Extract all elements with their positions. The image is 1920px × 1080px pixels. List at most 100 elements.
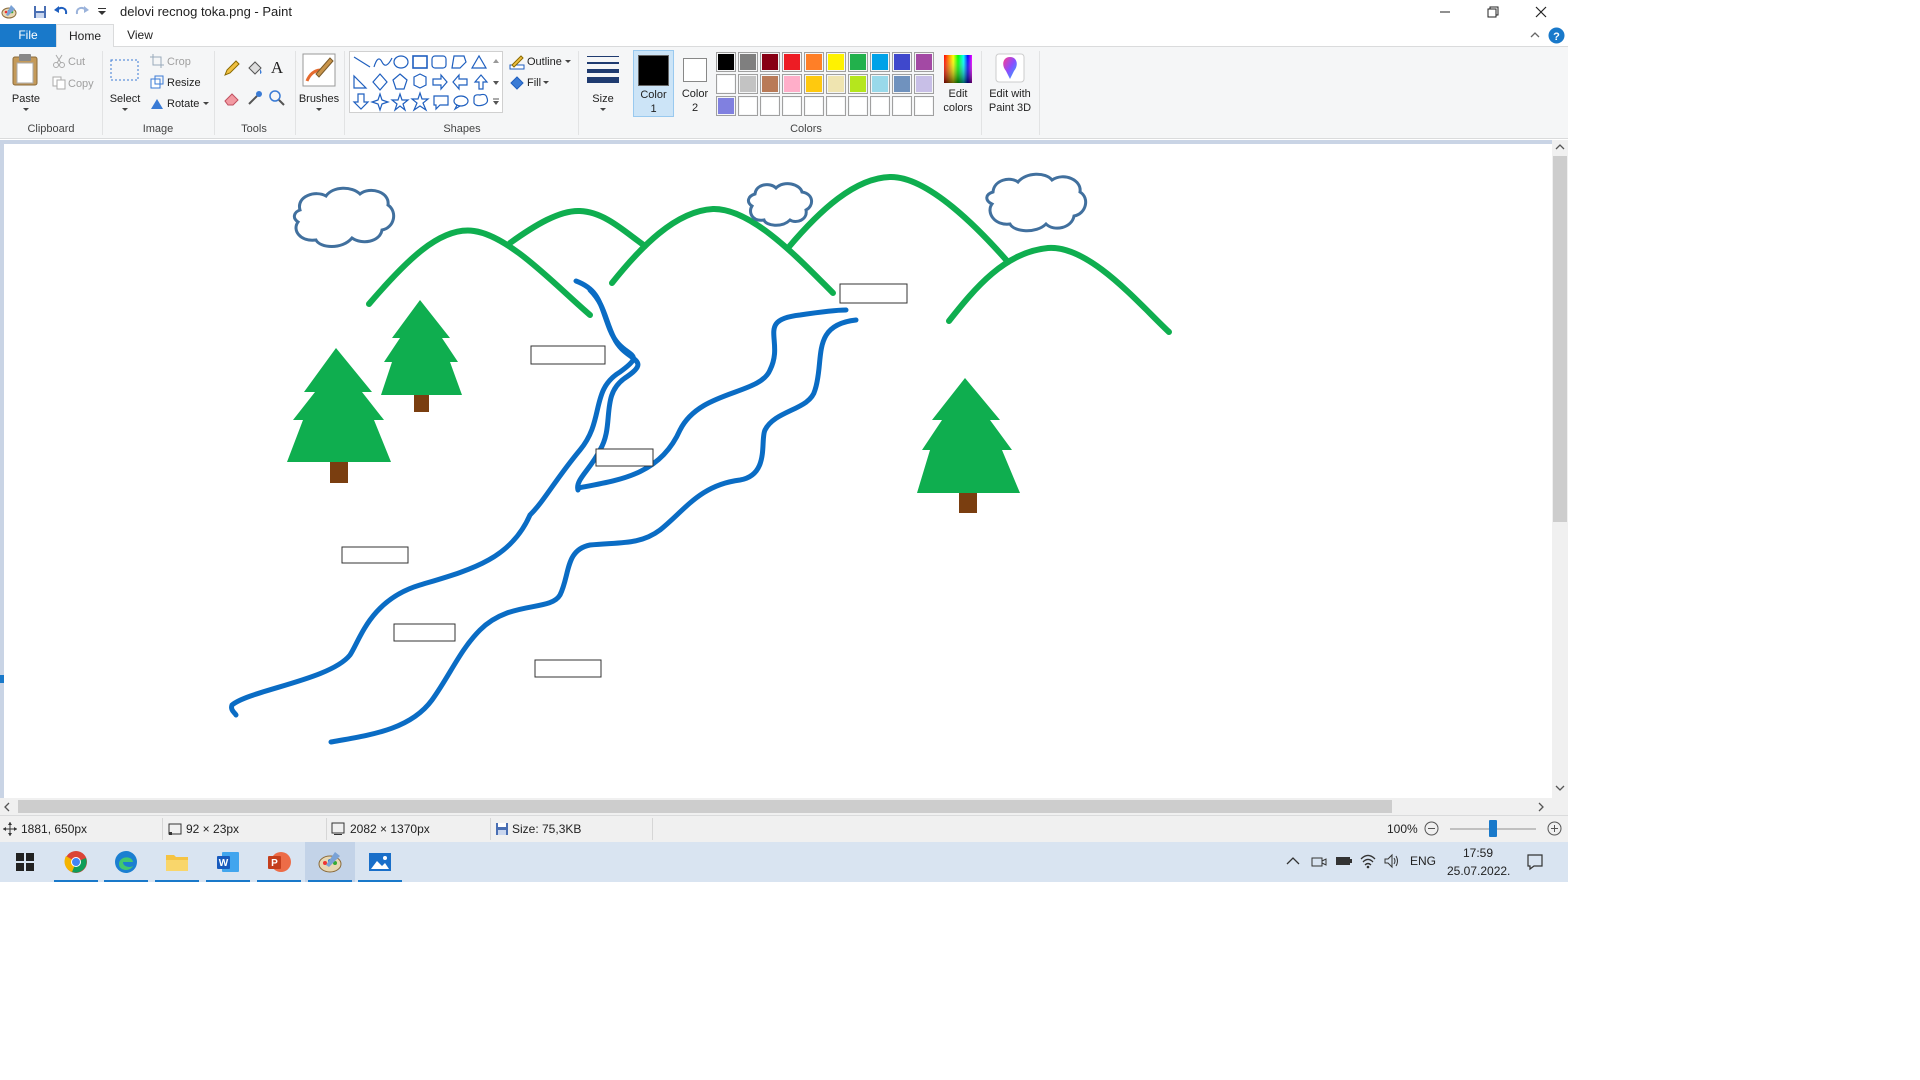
separator	[490, 818, 491, 840]
palette-swatch[interactable]	[914, 96, 934, 116]
palette-swatch[interactable]	[826, 74, 846, 94]
eraser-icon[interactable]	[223, 89, 241, 107]
fill-button[interactable]: Fill	[507, 74, 557, 92]
select-button[interactable]: Select	[106, 51, 144, 115]
palette-swatch[interactable]	[892, 74, 912, 94]
help-icon[interactable]: ?	[1548, 27, 1565, 44]
save-icon[interactable]	[32, 4, 48, 20]
taskbar-photos[interactable]	[355, 842, 405, 882]
redo-icon[interactable]	[74, 4, 90, 20]
palette-swatch[interactable]	[804, 52, 824, 72]
palette-swatch[interactable]	[804, 74, 824, 94]
taskbar-powerpoint[interactable]: P	[254, 842, 304, 882]
palette-swatch[interactable]	[848, 96, 868, 116]
paste-button[interactable]: Paste	[6, 51, 46, 115]
palette-swatch[interactable]	[738, 74, 758, 94]
tab-view[interactable]: View	[124, 24, 156, 47]
palette-swatch[interactable]	[848, 52, 868, 72]
canvas-resize-handle[interactable]	[0, 675, 4, 683]
edit-with-paint3d-button[interactable]: Edit with Paint 3D	[985, 50, 1035, 117]
color1-button[interactable]: Color 1	[633, 50, 674, 117]
chevron-up-icon[interactable]	[1286, 856, 1300, 866]
palette-swatch[interactable]	[716, 52, 736, 72]
undo-icon[interactable]	[53, 4, 69, 20]
palette-swatch[interactable]	[782, 52, 802, 72]
scroll-up-icon[interactable]	[492, 57, 500, 65]
clock-date[interactable]: 25.07.2022.	[1447, 864, 1510, 878]
collapse-ribbon-icon[interactable]	[1529, 29, 1541, 41]
tab-home[interactable]: Home	[56, 24, 114, 48]
palette-swatch[interactable]	[738, 96, 758, 116]
restore-button[interactable]	[1470, 0, 1516, 24]
taskbar-chrome[interactable]	[51, 842, 101, 882]
palette-swatch[interactable]	[870, 52, 890, 72]
language-indicator[interactable]: ENG	[1410, 854, 1436, 868]
scroll-right-arrow-icon[interactable]	[1537, 802, 1545, 812]
close-button[interactable]	[1518, 0, 1564, 24]
clock-time[interactable]: 17:59	[1463, 846, 1493, 860]
scroll-down-icon[interactable]	[492, 79, 500, 87]
palette-swatch[interactable]	[892, 52, 912, 72]
palette-swatch[interactable]	[716, 96, 736, 116]
magnifier-icon[interactable]	[268, 89, 286, 107]
color2-button[interactable]: Color 2	[675, 50, 715, 117]
palette-swatch[interactable]	[760, 96, 780, 116]
palette-swatch[interactable]	[738, 52, 758, 72]
scroll-left-arrow-icon[interactable]	[3, 802, 11, 812]
taskbar-paint[interactable]	[305, 842, 355, 882]
scroll-up-arrow-icon[interactable]	[1555, 143, 1565, 151]
palette-swatch[interactable]	[760, 74, 780, 94]
zoom-in-icon[interactable]	[1547, 821, 1562, 836]
color-picker-icon[interactable]	[246, 89, 264, 107]
zoom-slider-thumb[interactable]	[1489, 820, 1497, 837]
palette-swatch[interactable]	[826, 96, 846, 116]
taskbar-edge[interactable]	[101, 842, 151, 882]
palette-swatch[interactable]	[892, 96, 912, 116]
scroll-down-arrow-icon[interactable]	[1555, 784, 1565, 792]
battery-icon[interactable]	[1335, 855, 1353, 867]
meet-now-icon[interactable]	[1311, 854, 1327, 870]
palette-swatch[interactable]	[716, 74, 736, 94]
customize-quick-access-icon[interactable]	[94, 4, 110, 20]
cut-button[interactable]: Cut	[50, 53, 96, 71]
taskbar-word[interactable]: W	[203, 842, 253, 882]
palette-swatch[interactable]	[804, 96, 824, 116]
zoom-out-icon[interactable]	[1424, 821, 1439, 836]
separator	[981, 51, 982, 135]
palette-swatch[interactable]	[782, 96, 802, 116]
palette-swatch[interactable]	[914, 52, 934, 72]
more-shapes-icon[interactable]	[492, 97, 500, 107]
text-icon[interactable]: A	[268, 58, 286, 76]
edit-colors-button[interactable]: Edit colors	[939, 50, 977, 117]
outline-button[interactable]: Outline	[507, 53, 573, 71]
minimize-button[interactable]	[1422, 0, 1468, 24]
drawing-canvas[interactable]	[4, 144, 1552, 798]
resize-button[interactable]: Resize	[148, 74, 204, 92]
notifications-icon[interactable]	[1526, 853, 1544, 871]
tab-file[interactable]: File	[0, 24, 56, 47]
palette-swatch[interactable]	[848, 74, 868, 94]
pencil-icon[interactable]	[223, 59, 241, 77]
tree-2-trunk	[414, 395, 429, 412]
select-label: Select	[109, 93, 141, 105]
taskbar-file-explorer[interactable]	[152, 842, 202, 882]
shapes-gallery[interactable]	[349, 51, 503, 113]
size-button[interactable]: Size	[582, 51, 624, 115]
paint-app-icon[interactable]	[1, 4, 17, 20]
wifi-icon[interactable]	[1359, 853, 1377, 869]
volume-icon[interactable]	[1383, 853, 1401, 869]
palette-swatch[interactable]	[826, 52, 846, 72]
palette-swatch[interactable]	[870, 74, 890, 94]
brushes-button[interactable]: Brushes	[298, 51, 340, 115]
copy-button[interactable]: Copy	[50, 75, 100, 93]
fill-bucket-icon[interactable]	[246, 59, 264, 77]
palette-swatch[interactable]	[760, 52, 780, 72]
palette-swatch[interactable]	[782, 74, 802, 94]
horizontal-scroll-thumb[interactable]	[18, 800, 1392, 813]
start-button[interactable]	[0, 842, 50, 882]
crop-button[interactable]: Crop	[148, 53, 198, 71]
vertical-scroll-thumb[interactable]	[1553, 156, 1567, 522]
rotate-button[interactable]: Rotate	[148, 95, 210, 113]
palette-swatch[interactable]	[870, 96, 890, 116]
palette-swatch[interactable]	[914, 74, 934, 94]
